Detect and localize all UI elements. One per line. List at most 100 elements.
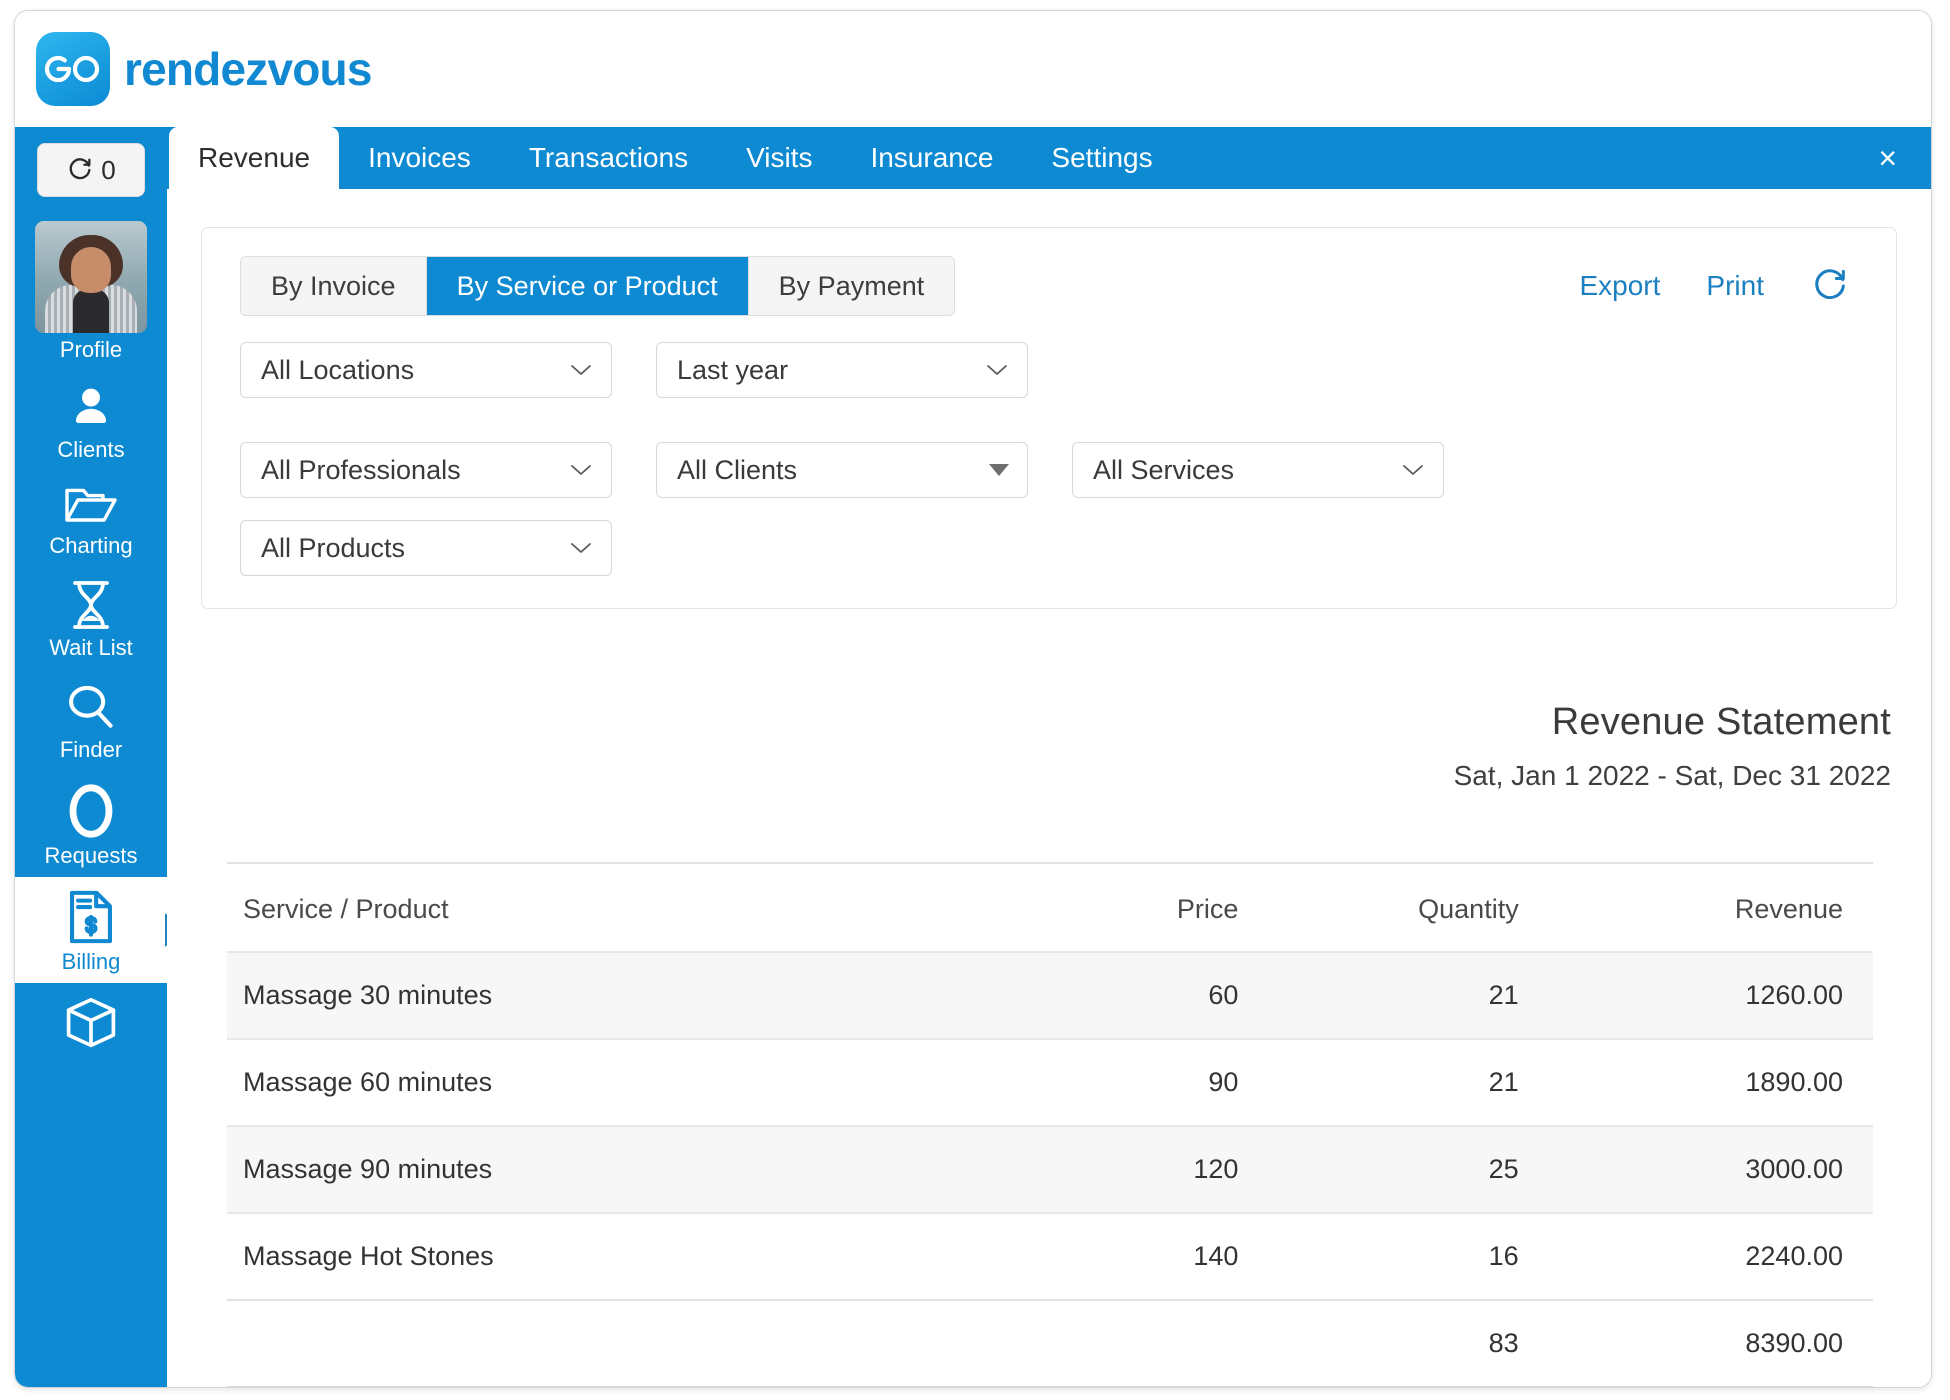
tab-label: Settings bbox=[1051, 142, 1153, 173]
cell-revenue: 1890.00 bbox=[1745, 1067, 1843, 1097]
page-title: Revenue Statement bbox=[1551, 701, 1891, 743]
box-cube-icon bbox=[63, 995, 119, 1051]
segment-by-invoice[interactable]: By Invoice bbox=[241, 257, 427, 315]
segment-label: By Payment bbox=[778, 270, 925, 301]
sidebar-item-label: Finder bbox=[59, 737, 123, 762]
sidebar-item-finder[interactable]: Finder bbox=[15, 669, 167, 771]
table-bottom-divider bbox=[227, 1386, 1873, 1387]
segment-label: By Invoice bbox=[271, 270, 396, 301]
tab-label: Insurance bbox=[870, 142, 994, 173]
cell-name: Massage Hot Stones bbox=[243, 1241, 494, 1271]
close-label: × bbox=[1878, 140, 1897, 176]
revenue-table: Service / Product Price Quantity Revenue… bbox=[227, 862, 1873, 1387]
sidebar-item-label: Billing bbox=[61, 949, 121, 974]
totals-revenue: 8390.00 bbox=[1576, 1299, 1873, 1386]
sidebar-item-label: Profile bbox=[59, 337, 123, 362]
cell-quantity: 25 bbox=[1488, 1154, 1519, 1184]
table-row[interactable]: Massage 90 minutes 120 25 3000.00 bbox=[227, 1126, 1873, 1213]
select-locations[interactable]: All Locations bbox=[240, 342, 612, 398]
cell-price: 120 bbox=[1193, 1154, 1239, 1184]
tab-revenue[interactable]: Revenue bbox=[169, 127, 340, 189]
print-button[interactable]: Print bbox=[1706, 270, 1764, 302]
refresh-icon bbox=[66, 156, 94, 184]
tab-label: Invoices bbox=[368, 142, 471, 173]
tab-visits[interactable]: Visits bbox=[717, 127, 841, 189]
tab-invoices[interactable]: Invoices bbox=[339, 127, 500, 189]
totals-price bbox=[984, 1299, 1281, 1386]
sidebar-item-wait-list[interactable]: Wait List bbox=[15, 567, 167, 669]
app-window: rendezvous 0 Profile Clients Charting Wa… bbox=[14, 10, 1932, 1388]
cell-name: Massage 90 minutes bbox=[243, 1154, 493, 1184]
export-button[interactable]: Export bbox=[1579, 270, 1660, 302]
select-value: All Products bbox=[261, 532, 406, 563]
person-icon bbox=[66, 383, 116, 433]
select-professionals[interactable]: All Professionals bbox=[240, 442, 612, 498]
sidebar-item-label: Requests bbox=[44, 843, 138, 868]
select-products[interactable]: All Products bbox=[240, 520, 612, 576]
select-clients[interactable]: All Clients bbox=[656, 442, 1028, 498]
chevron-down-icon bbox=[985, 362, 1009, 378]
cell-revenue: 1260.00 bbox=[1745, 980, 1843, 1010]
circle-icon bbox=[67, 783, 115, 839]
totals-quantity: 83 bbox=[1280, 1299, 1577, 1386]
statement-daterange: Sat, Jan 1 2022 - Sat, Dec 31 2022 bbox=[1453, 760, 1891, 791]
statement-header: Revenue Statement Sat, Jan 1 2022 - Sat,… bbox=[201, 701, 1897, 792]
toolbar-row: By Invoice By Service or Product By Paym… bbox=[240, 256, 1858, 316]
tab-insurance[interactable]: Insurance bbox=[841, 127, 1022, 189]
cell-quantity: 21 bbox=[1488, 980, 1519, 1010]
select-services[interactable]: All Services bbox=[1072, 442, 1444, 498]
table-row[interactable]: Massage 60 minutes 90 21 1890.00 bbox=[227, 1039, 1873, 1126]
sidebar: 0 Profile Clients Charting Wait List Fin… bbox=[15, 127, 167, 1387]
refresh-count: 0 bbox=[101, 154, 116, 185]
segment-by-payment[interactable]: By Payment bbox=[748, 257, 955, 315]
triangle-down-icon bbox=[989, 464, 1009, 476]
cell-revenue: 3000.00 bbox=[1745, 1154, 1843, 1184]
chevron-down-icon bbox=[1401, 462, 1425, 478]
refresh-icon[interactable] bbox=[1810, 266, 1850, 306]
sidebar-item-billing[interactable]: Billing bbox=[15, 877, 167, 983]
sidebar-item-clients[interactable]: Clients bbox=[15, 371, 167, 471]
sidebar-item-inventory[interactable] bbox=[15, 983, 167, 1061]
avatar bbox=[35, 221, 147, 333]
content-area: By Invoice By Service or Product By Paym… bbox=[167, 189, 1931, 1387]
select-value: All Professionals bbox=[261, 454, 461, 485]
chevron-down-icon bbox=[569, 362, 593, 378]
hourglass-icon bbox=[67, 579, 115, 631]
cell-name: Massage 60 minutes bbox=[243, 1067, 493, 1097]
magnifier-icon bbox=[65, 681, 117, 733]
chevron-down-icon bbox=[569, 540, 593, 556]
filter-panel: By Invoice By Service or Product By Paym… bbox=[201, 227, 1897, 609]
sidebar-item-requests[interactable]: Requests bbox=[15, 771, 167, 877]
filter-controls: All Locations Last year All Professional… bbox=[240, 342, 1858, 576]
cell-quantity: 16 bbox=[1488, 1241, 1519, 1271]
sidebar-item-charting[interactable]: Charting bbox=[15, 471, 167, 567]
column-header-price: Price bbox=[1176, 894, 1239, 924]
column-header-revenue: Revenue bbox=[1734, 894, 1843, 924]
tab-label: Revenue bbox=[198, 142, 311, 173]
table-row[interactable]: Massage Hot Stones 140 16 2240.00 bbox=[227, 1213, 1873, 1300]
select-period[interactable]: Last year bbox=[656, 342, 1028, 398]
folder-icon bbox=[63, 483, 119, 529]
table-totals-row: 83 8390.00 bbox=[227, 1299, 1873, 1386]
segment-label: By Service or Product bbox=[456, 270, 718, 301]
brand-header: rendezvous bbox=[15, 11, 1931, 127]
tab-strip: Revenue Invoices Transactions Visits Ins… bbox=[167, 127, 1931, 189]
sidebar-item-profile[interactable]: Profile bbox=[15, 209, 167, 371]
select-value: All Clients bbox=[677, 454, 798, 485]
column-header-quantity: Quantity bbox=[1418, 894, 1519, 924]
invoice-dollar-icon bbox=[65, 889, 117, 945]
tab-transactions[interactable]: Transactions bbox=[500, 127, 717, 189]
cell-name: Massage 30 minutes bbox=[243, 980, 493, 1010]
totals-name bbox=[227, 1299, 985, 1386]
column-header-name: Service / Product bbox=[243, 894, 449, 924]
tab-label: Visits bbox=[746, 142, 813, 173]
segment-by-service-or-product[interactable]: By Service or Product bbox=[426, 257, 749, 315]
tab-label: Transactions bbox=[528, 142, 689, 173]
cell-revenue: 2240.00 bbox=[1745, 1241, 1843, 1271]
select-value: All Services bbox=[1093, 454, 1235, 485]
tab-settings[interactable]: Settings bbox=[1022, 127, 1181, 189]
table-row[interactable]: Massage 30 minutes 60 21 1260.00 bbox=[227, 952, 1873, 1039]
brand-name: rendezvous bbox=[124, 43, 372, 95]
sidebar-refresh-button[interactable]: 0 bbox=[37, 143, 145, 197]
close-icon[interactable]: × bbox=[1878, 127, 1931, 189]
